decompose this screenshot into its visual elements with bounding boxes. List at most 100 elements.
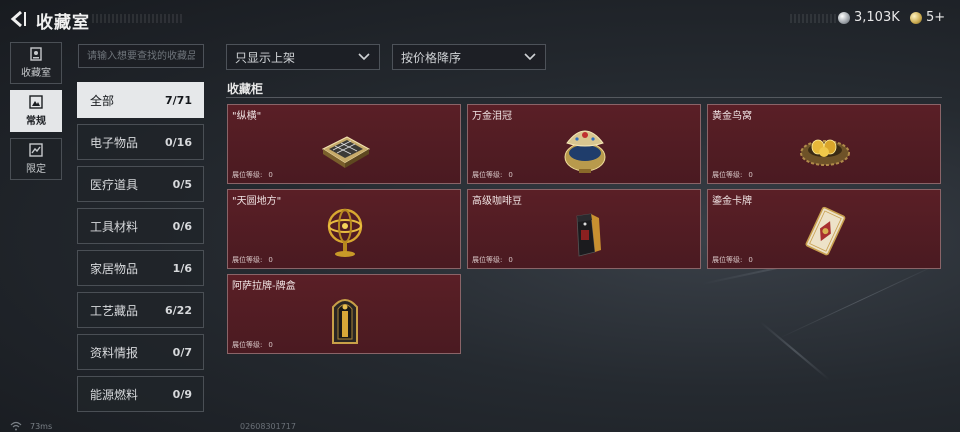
- display-level-label: 展位等级:: [472, 256, 503, 264]
- display-level-label: 展位等级:: [712, 256, 743, 264]
- card-box-icon: [315, 287, 375, 347]
- jeweled-egg-icon: [555, 117, 615, 177]
- item-card[interactable]: 阿萨拉牌-牌盒 展位等级: 0: [227, 274, 461, 354]
- rail-item-regular[interactable]: 常规: [10, 90, 62, 132]
- category-crafts[interactable]: 工艺藏品 6/22: [77, 292, 204, 328]
- category-tools[interactable]: 工具材料 0/6: [77, 208, 204, 244]
- item-display-level: 展位等级: 0: [712, 255, 753, 265]
- display-level-label: 展位等级:: [712, 171, 743, 179]
- category-count: 0/9: [172, 387, 192, 401]
- category-label: 医疗道具: [90, 177, 139, 192]
- status-bar: 73ms: [10, 421, 52, 431]
- shelf-filter-dropdown[interactable]: 只显示上架: [226, 44, 380, 70]
- armillary-sphere-icon: [315, 202, 375, 262]
- chessboard-icon: [315, 117, 375, 177]
- item-display-level: 展位等级: 0: [232, 340, 273, 350]
- back-arrow-icon: [10, 10, 26, 28]
- category-label: 能源燃料: [90, 387, 139, 402]
- item-display-level: 展位等级: 0: [232, 170, 273, 180]
- resource-decoration: [790, 14, 836, 23]
- item-display-level: 展位等级: 0: [472, 170, 513, 180]
- sort-value: 按价格降序: [401, 50, 462, 65]
- gold-coin-icon: [910, 11, 922, 24]
- golden-nest-icon: [795, 117, 855, 177]
- display-level-label: 展位等级:: [472, 171, 503, 179]
- item-card[interactable]: 高级咖啡豆 展位等级: 0: [467, 189, 701, 269]
- item-name: 高级咖啡豆: [472, 196, 522, 207]
- back-button[interactable]: [8, 9, 30, 29]
- category-intel[interactable]: 资料情报 0/7: [77, 334, 204, 370]
- category-count: 7/71: [165, 93, 192, 107]
- rail-label: 常规: [26, 116, 46, 127]
- category-count: 0/7: [172, 345, 192, 359]
- user-id: 02608301717: [240, 422, 296, 431]
- rail-label: 限定: [26, 164, 46, 175]
- category-medical[interactable]: 医疗道具 0/5: [77, 166, 204, 202]
- category-label: 家居物品: [90, 261, 139, 276]
- rail-item-limited[interactable]: 限定: [10, 138, 62, 180]
- category-label: 工具材料: [90, 219, 139, 234]
- search-input[interactable]: [78, 44, 204, 68]
- section-divider: [226, 97, 942, 98]
- display-level-label: 展位等级:: [232, 171, 263, 179]
- category-label: 全部: [90, 93, 115, 108]
- display-level-value: 0: [508, 256, 513, 264]
- item-name: 万金泪冠: [472, 111, 512, 122]
- wifi-icon: [10, 421, 22, 431]
- category-count: 1/6: [172, 261, 192, 275]
- item-display-level: 展位等级: 0: [232, 255, 273, 265]
- background-streak: [778, 262, 942, 339]
- section-title: 收藏柜: [227, 82, 264, 96]
- ping-value: 73ms: [30, 421, 53, 431]
- chevron-down-icon: [358, 53, 370, 61]
- item-card[interactable]: "纵横" 展位等级: 0: [227, 104, 461, 184]
- item-display-level: 展位等级: 0: [712, 170, 753, 180]
- category-energy[interactable]: 能源燃料 0/9: [77, 376, 204, 412]
- category-all[interactable]: 全部 7/71: [77, 82, 204, 118]
- category-label: 工艺藏品: [90, 303, 139, 318]
- category-label: 资料情报: [90, 345, 139, 360]
- top-bar: 收藏室 3,103K 5+: [0, 0, 960, 36]
- silver-amount: 3,103K: [854, 10, 900, 25]
- coffee-bag-icon: [555, 202, 615, 262]
- silver-coin-icon: [838, 11, 850, 24]
- display-level-value: 0: [268, 341, 273, 349]
- gilded-card-icon: [795, 202, 855, 262]
- display-level-value: 0: [508, 171, 513, 179]
- left-rail: 收藏室 常规 限定: [10, 42, 62, 186]
- category-label: 电子物品: [90, 135, 139, 150]
- category-electronics[interactable]: 电子物品 0/16: [77, 124, 204, 160]
- category-count: 6/22: [165, 303, 192, 317]
- limited-icon: [29, 143, 43, 157]
- item-card[interactable]: 万金泪冠 展位等级: 0: [467, 104, 701, 184]
- rail-item-collection-room[interactable]: 收藏室: [10, 42, 62, 84]
- item-card[interactable]: "天圆地方" 展位等级: 0: [227, 189, 461, 269]
- collection-room-icon: [30, 47, 42, 61]
- category-list: 全部 7/71 电子物品 0/16 医疗道具 0/5 工具材料 0/6 家居物品…: [77, 82, 204, 418]
- regular-icon: [29, 95, 43, 109]
- title-decoration: [92, 14, 182, 23]
- display-level-value: 0: [748, 171, 753, 179]
- category-count: 0/16: [165, 135, 192, 149]
- silver-currency: 3,103K: [838, 10, 900, 25]
- item-name: 阿萨拉牌-牌盒: [232, 281, 296, 292]
- shelf-filter-value: 只显示上架: [235, 50, 296, 65]
- category-count: 0/6: [172, 219, 192, 233]
- category-household[interactable]: 家居物品 1/6: [77, 250, 204, 286]
- item-card[interactable]: 鎏金卡牌 展位等级: 0: [707, 189, 941, 269]
- sort-dropdown[interactable]: 按价格降序: [392, 44, 546, 70]
- display-level-value: 0: [268, 171, 273, 179]
- item-name: "天圆地方": [232, 196, 282, 207]
- gold-currency[interactable]: 5+: [910, 10, 945, 25]
- item-card[interactable]: 黄金鸟窝 展位等级: 0: [707, 104, 941, 184]
- item-name: "纵横": [232, 111, 262, 122]
- display-level-value: 0: [268, 256, 273, 264]
- display-level-value: 0: [748, 256, 753, 264]
- item-display-level: 展位等级: 0: [472, 255, 513, 265]
- display-level-label: 展位等级:: [232, 341, 263, 349]
- chevron-down-icon: [524, 53, 536, 61]
- category-count: 0/5: [172, 177, 192, 191]
- page-title: 收藏室: [36, 13, 90, 33]
- rail-label: 收藏室: [21, 68, 51, 79]
- item-name: 黄金鸟窝: [712, 111, 752, 122]
